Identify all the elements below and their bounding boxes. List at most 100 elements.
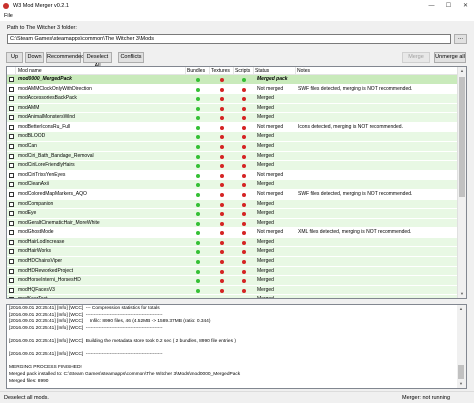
scripts-indicator-icon [242, 125, 246, 130]
conflicts-button[interactable]: Conflicts [118, 52, 144, 63]
mod-checkbox[interactable] [9, 258, 14, 264]
mod-row[interactable]: modHQFacesV3 Merged [7, 285, 458, 296]
log-line: [2016.09.01 20:25:41] [Info] [WCC] -----… [9, 352, 163, 358]
textures-indicator-icon [220, 288, 224, 293]
mod-row[interactable]: mod0000_MergedPack Merged pack [7, 75, 458, 85]
down-button[interactable]: Down [25, 52, 44, 63]
maximize-button[interactable]: ☐ [440, 0, 457, 11]
mod-checkbox[interactable] [9, 134, 14, 140]
textures-indicator-icon [220, 116, 224, 121]
mod-checkbox[interactable] [9, 191, 14, 197]
mod-row[interactable]: modGhostMode Not merged XML files detected… [7, 228, 458, 238]
textures-indicator-icon [220, 212, 224, 217]
mod-row[interactable]: modHairLodIncrease Merged [7, 237, 458, 248]
mod-notes [298, 132, 456, 141]
mod-checkbox[interactable] [9, 268, 14, 274]
mod-row[interactable]: modCiriTrixsYenEyes Not merged [7, 170, 458, 181]
mod-row[interactable]: modAMM Merged [7, 103, 458, 114]
panel-splitter[interactable] [6, 300, 467, 303]
mod-checkbox[interactable] [9, 124, 14, 130]
menu-file[interactable]: File [0, 13, 17, 19]
mod-checkbox[interactable] [9, 86, 14, 92]
grid-scroll-thumb[interactable] [459, 77, 465, 197]
mod-status: Merged [257, 181, 274, 188]
log-panel[interactable]: [2016.09.01 20:25:41] [Info] [WCC] --- C… [6, 304, 467, 389]
mod-row[interactable]: modEye Merged [7, 209, 458, 219]
merger-state: Merger: not running [402, 394, 450, 401]
log-scroll-thumb[interactable] [458, 365, 464, 379]
header-mod-name[interactable]: Mod name [16, 67, 186, 75]
bundles-indicator-icon [196, 154, 200, 159]
header-bundles[interactable]: Bundles [186, 67, 210, 75]
header-scripts[interactable]: Scripts [234, 67, 254, 75]
mod-row[interactable]: modKaerTest Merged [7, 295, 458, 298]
mod-grid[interactable]: Mod name Bundles Textures Scripts Status… [6, 66, 467, 299]
mod-row[interactable]: modAccessoriesBackPack Merged [7, 94, 458, 104]
mod-checkbox[interactable] [9, 172, 14, 178]
recommended-button[interactable]: Recommended [46, 52, 84, 63]
mod-checkbox[interactable] [9, 163, 14, 169]
mod-row[interactable]: modHDReworkedProject Merged [7, 266, 458, 277]
mod-row[interactable]: modBLOOD Merged [7, 132, 458, 143]
mod-checkbox[interactable] [9, 182, 14, 188]
deselect-all-button[interactable]: Deselect All [83, 52, 112, 69]
mod-row[interactable]: modAMMClockOnlyWithDirection Not merged SW… [7, 84, 458, 95]
mod-row[interactable]: modCleanAxii Merged [7, 180, 458, 190]
mod-notes [298, 267, 456, 276]
mod-row[interactable]: modBetterIconsRu_Full Not merged Icons det… [7, 122, 458, 133]
mod-checkbox[interactable] [9, 211, 14, 217]
mod-checkbox[interactable] [9, 201, 14, 207]
mod-name: modHDChainsViper [18, 257, 63, 264]
mod-checkbox[interactable] [9, 249, 14, 255]
log-scrollbar[interactable]: ▲ ▼ [457, 305, 466, 388]
mod-checkbox[interactable] [9, 239, 14, 245]
header-notes[interactable]: Notes [296, 67, 458, 75]
mod-row[interactable]: modGeraltCinematicHair_MoreWhite Merged [7, 218, 458, 229]
header-status[interactable]: Status [254, 67, 296, 75]
mod-checkbox[interactable] [9, 153, 14, 159]
mod-notes: SWF files detected, merging is NOT recom… [298, 85, 413, 92]
mod-checkbox[interactable] [9, 287, 14, 293]
scripts-indicator-icon [242, 78, 246, 82]
textures-indicator-icon [220, 202, 224, 207]
close-button[interactable]: ✕ [457, 0, 474, 11]
scroll-down-arrow-icon[interactable]: ▼ [458, 290, 466, 298]
log-line: MERGING PROCESS FINISHED! [9, 365, 82, 371]
mod-checkbox[interactable] [9, 297, 14, 298]
textures-indicator-icon [220, 279, 224, 284]
mod-row[interactable]: modHorseInterni_HorsesHD Merged [7, 276, 458, 286]
mod-checkbox[interactable] [9, 105, 14, 111]
mod-checkbox[interactable] [9, 144, 14, 150]
mod-checkbox[interactable] [9, 115, 14, 121]
grid-scrollbar[interactable]: ▲ ▼ [457, 67, 466, 298]
scripts-indicator-icon [242, 183, 246, 188]
header-textures[interactable]: Textures [210, 67, 234, 75]
log-scroll-down-arrow-icon[interactable]: ▼ [457, 380, 465, 388]
mod-row[interactable]: modCiri_Bath_Bandage_Removal Merged [7, 151, 458, 162]
scroll-up-arrow-icon[interactable]: ▲ [458, 67, 466, 75]
log-scroll-up-arrow-icon[interactable]: ▲ [457, 305, 465, 313]
mod-row[interactable]: modHairWorks Merged [7, 247, 458, 257]
browse-button[interactable]: ... [454, 34, 467, 44]
scripts-indicator-icon [242, 173, 246, 178]
mod-row[interactable]: modCan Merged [7, 142, 458, 152]
mod-row[interactable]: modAnimalMonstersWind Merged [7, 113, 458, 123]
path-input[interactable]: C:\Steam Games\steamapps\common\The Witc… [7, 34, 451, 44]
mod-row[interactable]: modCiriLoreFriendlyHairs Merged [7, 161, 458, 171]
mod-checkbox[interactable] [9, 230, 14, 236]
mod-checkbox[interactable] [9, 77, 14, 82]
textures-indicator-icon [220, 164, 224, 169]
mod-checkbox[interactable] [9, 278, 14, 284]
mod-row[interactable]: modHDChainsViper Merged [7, 256, 458, 267]
mod-checkbox[interactable] [9, 96, 14, 102]
mod-name: modHDReworkedProject [18, 267, 74, 274]
mod-checkbox[interactable] [9, 220, 14, 226]
merge-button[interactable]: Merge [402, 52, 430, 63]
mod-status: Merged [257, 219, 274, 226]
mod-row[interactable]: modCompanion Merged [7, 199, 458, 210]
mod-row[interactable]: modColoredMapMarkers_AQO Not merged SWF fi… [7, 189, 458, 200]
up-button[interactable]: Up [6, 52, 23, 63]
textures-indicator-icon [220, 269, 224, 274]
minimize-button[interactable]: — [423, 0, 440, 11]
unmerge-all-button[interactable]: Unmerge all [434, 52, 466, 63]
